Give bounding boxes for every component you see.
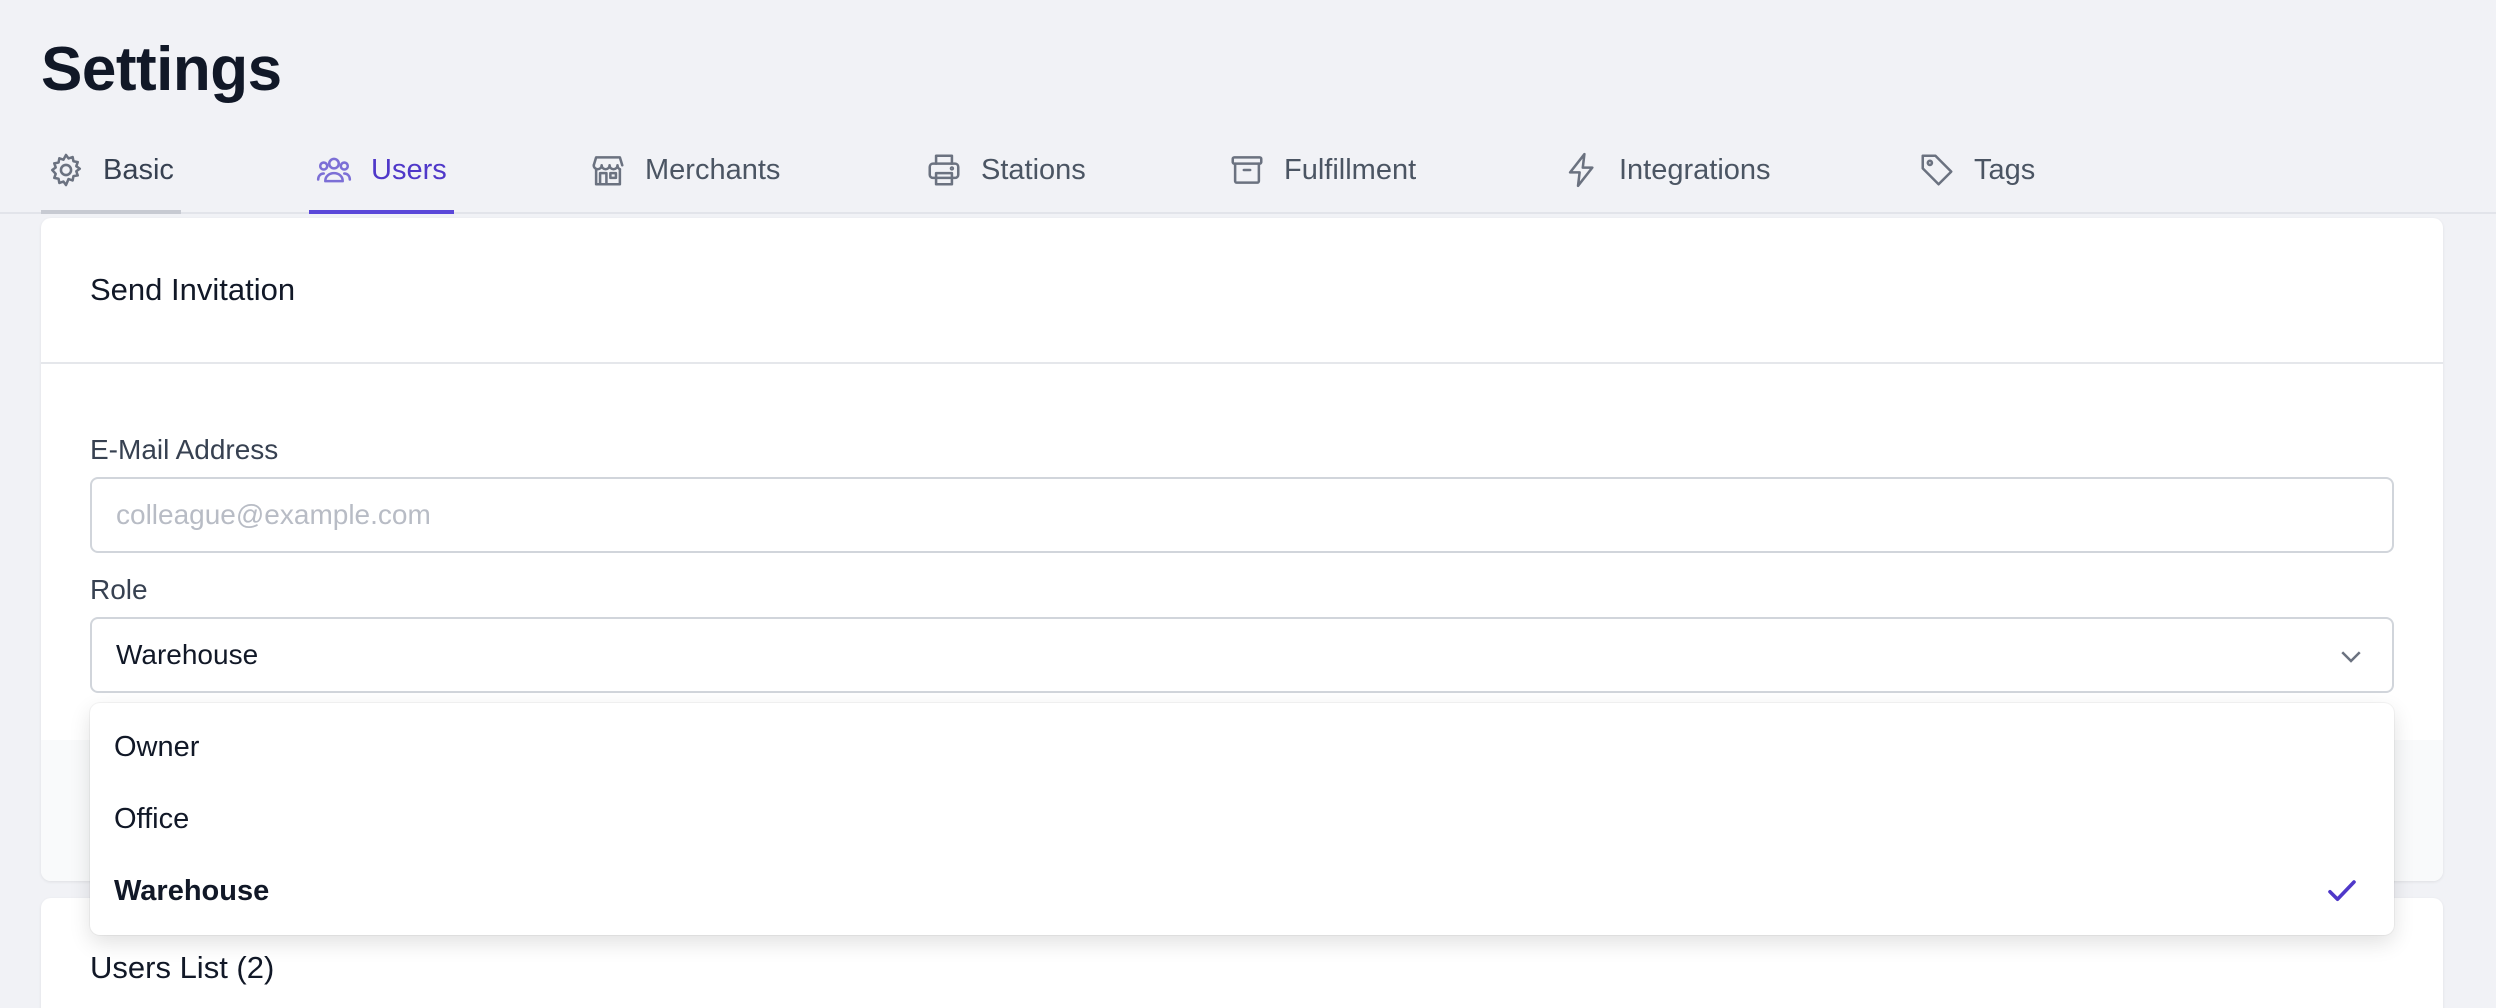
printer-icon bbox=[928, 154, 960, 186]
users-icon bbox=[316, 157, 352, 183]
tab-merchants[interactable]: Merchants bbox=[583, 130, 780, 214]
role-select[interactable]: Warehouse bbox=[90, 617, 2394, 693]
option-label: Warehouse bbox=[114, 874, 270, 907]
tab-label: Fulfillment bbox=[1284, 153, 1417, 186]
lightning-bolt-icon bbox=[1568, 152, 1594, 188]
tab-label: Integrations bbox=[1619, 153, 1771, 186]
tab-label: Users bbox=[371, 153, 447, 186]
tab-label: Stations bbox=[981, 153, 1086, 186]
option-label: Owner bbox=[114, 730, 200, 763]
checkmark-icon bbox=[2324, 873, 2360, 909]
role-selected-value: Warehouse bbox=[116, 639, 259, 670]
tab-label: Basic bbox=[103, 153, 174, 186]
tab-stations[interactable]: Stations bbox=[919, 130, 1086, 214]
role-option-owner[interactable]: Owner bbox=[90, 711, 2394, 783]
tab-tags[interactable]: Tags bbox=[1912, 130, 2035, 214]
tab-label: Tags bbox=[1974, 153, 2036, 186]
tab-fulfillment[interactable]: Fulfillment bbox=[1222, 130, 1416, 214]
gear-icon bbox=[50, 153, 82, 187]
role-dropdown-menu: Owner Office Warehouse bbox=[90, 703, 2394, 935]
archive-box-icon bbox=[1231, 156, 1263, 184]
email-label: E-Mail Address bbox=[90, 434, 279, 465]
storefront-icon bbox=[592, 156, 624, 186]
page-title: Settings bbox=[41, 35, 282, 104]
tag-icon bbox=[1921, 154, 1953, 186]
settings-tabs: Basic Users Merchants Stations Fulfillme… bbox=[0, 130, 2496, 214]
chevron-down-icon bbox=[2336, 641, 2366, 671]
email-input[interactable] bbox=[90, 477, 2394, 553]
role-option-office[interactable]: Office bbox=[90, 783, 2394, 855]
tab-basic[interactable]: Basic bbox=[41, 130, 181, 214]
role-option-warehouse[interactable]: Warehouse bbox=[90, 855, 2394, 927]
role-label: Role bbox=[90, 574, 148, 605]
card-title: Send Invitation bbox=[41, 218, 2443, 364]
tab-users[interactable]: Users bbox=[309, 130, 454, 214]
option-label: Office bbox=[114, 802, 190, 835]
tab-label: Merchants bbox=[645, 153, 781, 186]
tab-integrations[interactable]: Integrations bbox=[1557, 130, 1771, 214]
users-list-title: Users List (2) bbox=[90, 950, 275, 985]
